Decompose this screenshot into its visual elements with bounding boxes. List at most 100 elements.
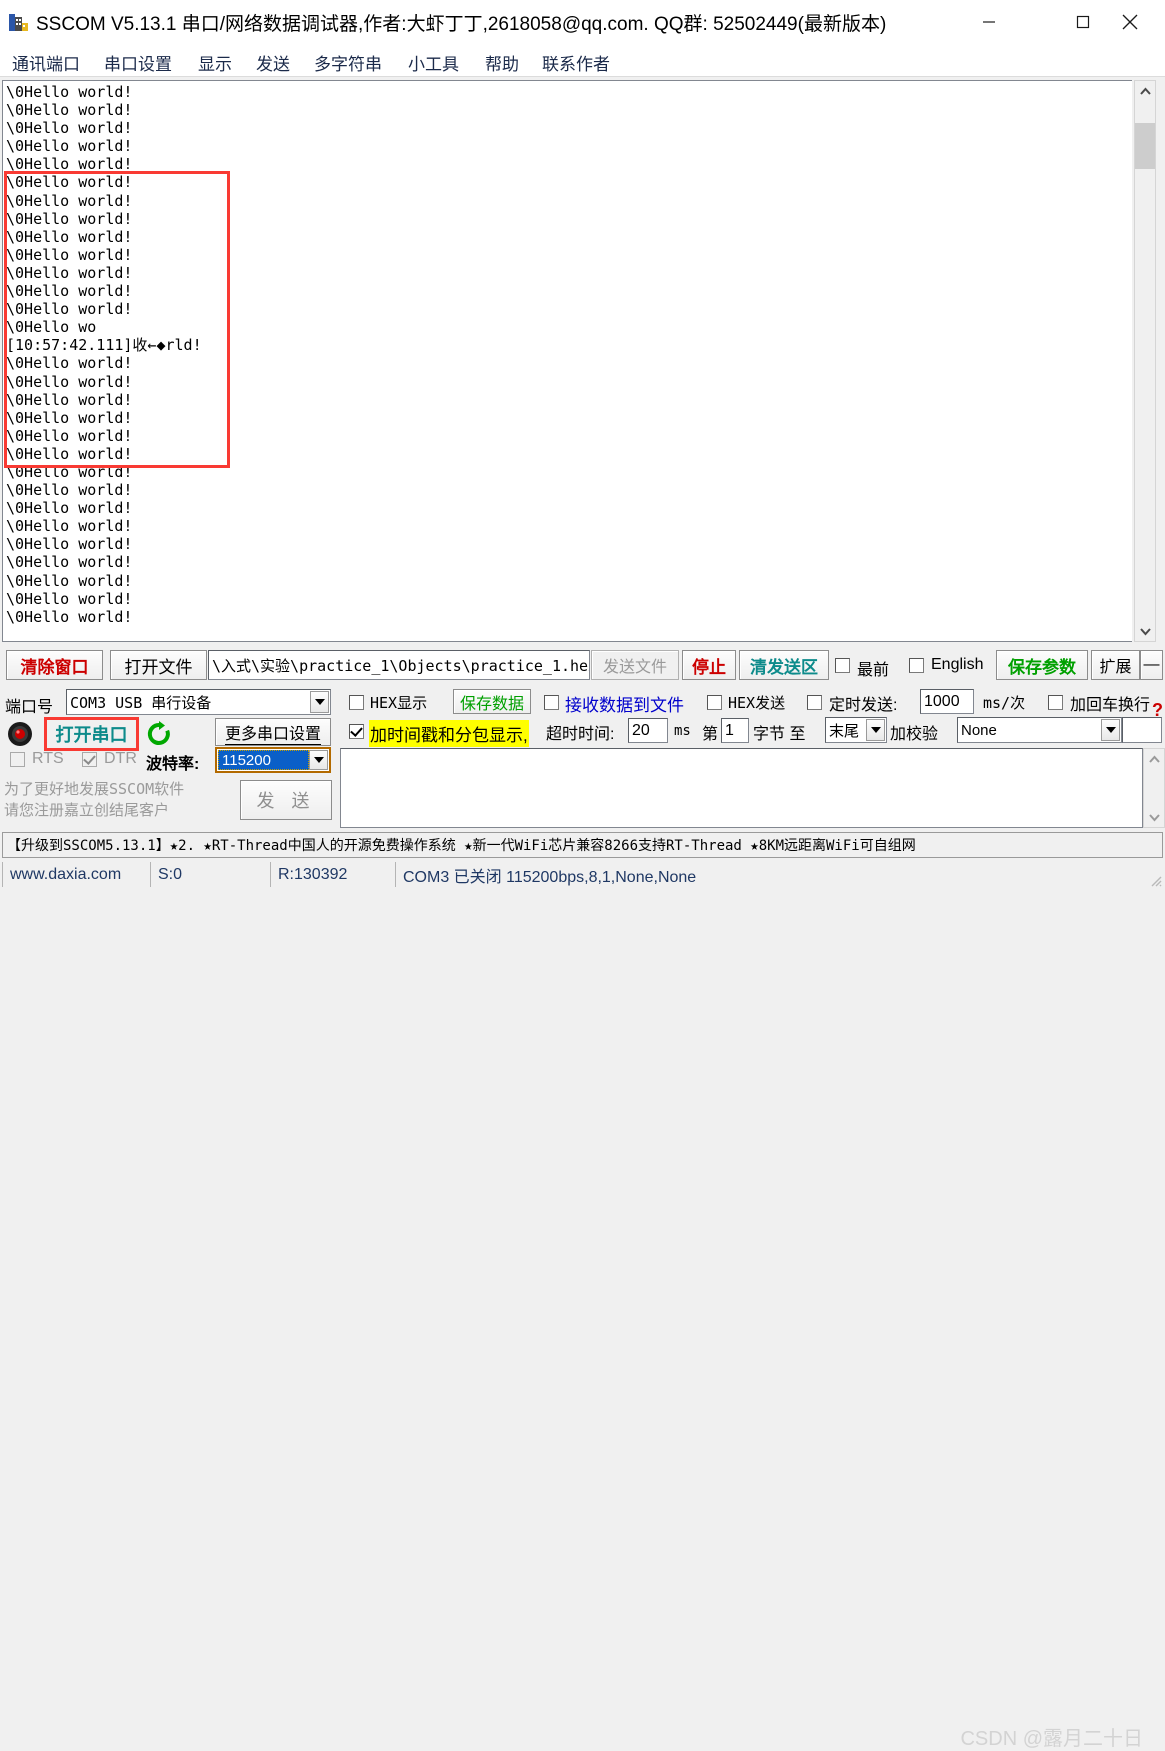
terminal-line: \0Hello world! <box>6 408 133 427</box>
promo-marquee-text: 【升级到SSCOM5.13.1】★2. ★RT-Thread中国人的开源免费操作… <box>7 838 916 854</box>
open-file-button[interactable]: 打开文件 <box>110 650 207 680</box>
more-port-settings-label: 更多串口设置 <box>224 720 321 745</box>
menu-bar: 通讯端口 串口设置 显示 发送 多字符串 小工具 帮助 联系作者 <box>0 44 1165 77</box>
more-port-settings-button[interactable]: 更多串口设置 <box>215 718 331 746</box>
status-cell-0: www.daxia.com <box>2 862 150 887</box>
terminal-line: \0Hello world! <box>6 209 133 228</box>
menu-item-3[interactable]: 发送 <box>252 48 294 77</box>
terminal-line: \0Hello world! <box>6 390 133 409</box>
byte-range-label: 字节 至 <box>753 726 806 743</box>
title-bar: SSCOM V5.13.1 串口/网络数据调试器,作者:大虾丁丁,2618058… <box>0 0 1165 44</box>
sscom-window: SSCOM V5.13.1 串口/网络数据调试器,作者:大虾丁丁,2618058… <box>0 0 1165 1750</box>
window-title: SSCOM V5.13.1 串口/网络数据调试器,作者:大虾丁丁,2618058… <box>36 14 887 35</box>
stop-button[interactable]: 停止 <box>682 650 736 680</box>
open-port-button[interactable]: 打开串口 <box>49 722 134 746</box>
maximize-button[interactable] <box>1060 0 1106 44</box>
minimize-icon <box>983 21 995 23</box>
timestamp-checkbox[interactable] <box>349 724 364 739</box>
menu-item-5[interactable]: 小工具 <box>404 48 463 77</box>
byte-end-value: 末尾 <box>829 722 860 740</box>
chevron-down-icon[interactable] <box>1101 719 1120 741</box>
port-status-led-icon <box>7 721 33 752</box>
resize-grip-icon[interactable] <box>1148 873 1162 887</box>
terminal-line: [10:57:42.111]收←◆rld! <box>6 336 202 355</box>
minimize-button[interactable] <box>966 0 1012 44</box>
receive-scrollbar[interactable] <box>1134 80 1156 642</box>
file-path-field[interactable]: \入式\实验\practice_1\Objects\practice_1.hex <box>208 650 590 680</box>
menu-item-6[interactable]: 帮助 <box>481 48 523 77</box>
scrollbar-track[interactable] <box>1144 769 1164 807</box>
terminal-line: \0Hello world! <box>6 137 133 156</box>
menu-item-4[interactable]: 多字符串 <box>310 48 386 77</box>
crlf-label: 加回车换行 <box>1070 697 1151 714</box>
save-params-button[interactable]: 保存参数 <box>996 650 1088 680</box>
status-cell-2: R:130392 <box>270 862 395 887</box>
close-button[interactable] <box>1107 0 1153 44</box>
scrollbar-thumb[interactable] <box>1135 123 1155 169</box>
chevron-down-icon[interactable] <box>866 719 885 741</box>
scrollbar-track[interactable] <box>1135 101 1155 621</box>
scroll-down-icon[interactable] <box>1144 807 1164 827</box>
promo-marquee-bar[interactable]: 【升级到SSCOM5.13.1】★2. ★RT-Thread中国人的开源免费操作… <box>2 832 1163 858</box>
timed-send-label: 定时发送: <box>829 697 898 714</box>
baud-rate-label: 波特率: <box>146 756 200 773</box>
promo-line-1: 为了更好地发展SSCOM软件 <box>4 780 185 798</box>
send-interval-field[interactable]: 1000 <box>920 689 974 714</box>
terminal-line: \0Hello world! <box>6 517 133 536</box>
hex-send-checkbox[interactable] <box>707 695 722 710</box>
byte-end-select[interactable]: 末尾 <box>825 717 887 743</box>
topmost-checkbox[interactable] <box>835 658 850 673</box>
baud-rate-select[interactable]: 115200 <box>215 747 331 773</box>
timeout-field[interactable]: 20 <box>628 718 668 743</box>
baud-rate-value: 115200 <box>218 750 309 770</box>
menu-item-0[interactable]: 通讯端口 <box>8 48 84 77</box>
timed-send-checkbox[interactable] <box>807 695 822 710</box>
terminal-line: \0Hello world! <box>6 101 133 120</box>
port-panel: 端口号 COM3 USB 串行设备 打开串口 更多串口设置 RTS DTR 波特… <box>0 686 340 832</box>
rts-label: RTS <box>32 750 64 767</box>
send-textarea[interactable] <box>340 748 1143 828</box>
options-panel: HEX显示 保存数据 接收数据到文件 HEX发送 定时发送: 1000 ms/次… <box>340 686 1165 832</box>
dtr-checkbox <box>82 752 97 767</box>
app-icon <box>8 11 30 33</box>
terminal-line: \0Hello world! <box>6 553 133 572</box>
checksum-value: None <box>961 721 997 739</box>
menu-item-1[interactable]: 串口设置 <box>100 48 176 77</box>
terminal-line: \0Hello world! <box>6 300 133 319</box>
watermark: CSDN @露月二十日 <box>960 1728 1143 1750</box>
save-data-button[interactable]: 保存数据 <box>453 689 531 714</box>
hex-display-label: HEX显示 <box>370 694 428 712</box>
menu-item-7[interactable]: 联系作者 <box>538 48 614 77</box>
checksum-select[interactable]: None <box>957 717 1122 743</box>
clear-send-area-button[interactable]: 清发送区 <box>739 650 829 680</box>
terminal-line: \0Hello world! <box>6 173 133 192</box>
scroll-up-icon[interactable] <box>1135 81 1155 101</box>
extend-button[interactable]: 扩展 <box>1091 650 1140 680</box>
receive-textarea[interactable]: \0Hello world! \0Hello world! \0Hello worl… <box>2 80 1132 642</box>
send-file-button: 发送文件 <box>591 650 679 680</box>
crlf-checkbox[interactable] <box>1048 695 1063 710</box>
dtr-label: DTR <box>104 750 137 767</box>
terminal-line: \0Hello world! <box>6 607 133 626</box>
menu-item-2[interactable]: 显示 <box>194 48 236 77</box>
send-button[interactable]: 发 送 <box>240 780 332 820</box>
recv-to-file-label: 接收数据到文件 <box>565 696 684 715</box>
scroll-down-icon[interactable] <box>1135 621 1155 641</box>
refresh-icon[interactable] <box>146 721 172 753</box>
chevron-down-icon[interactable] <box>310 691 329 713</box>
checksum-extra-field[interactable] <box>1122 717 1162 743</box>
clear-window-button[interactable]: 清除窗口 <box>6 650 103 680</box>
recv-to-file-checkbox[interactable] <box>544 695 559 710</box>
send-scrollbar[interactable] <box>1143 748 1165 828</box>
terminal-line: \0Hello world! <box>6 535 133 554</box>
hex-display-checkbox[interactable] <box>349 695 364 710</box>
terminal-line: \0Hello world! <box>6 227 133 246</box>
collapse-button[interactable]: — <box>1140 650 1163 680</box>
byte-start-field[interactable]: 1 <box>721 718 749 743</box>
scroll-up-icon[interactable] <box>1144 749 1164 769</box>
chevron-down-icon[interactable] <box>309 750 328 770</box>
terminal-line: \0Hello world! <box>6 426 133 445</box>
english-checkbox[interactable] <box>909 658 924 673</box>
terminal-line: \0Hello world! <box>6 191 133 210</box>
port-select[interactable]: COM3 USB 串行设备 <box>66 689 331 715</box>
